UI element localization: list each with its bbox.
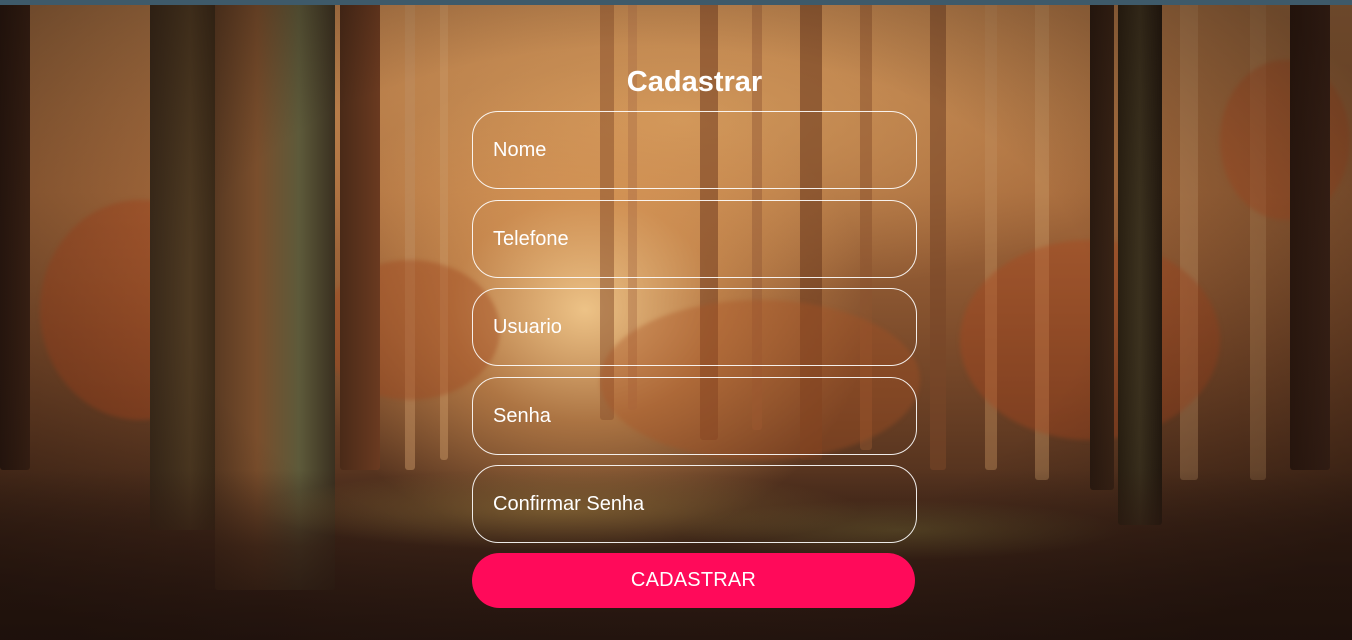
confirm-password-input[interactable] bbox=[472, 465, 917, 543]
password-input[interactable] bbox=[472, 377, 917, 455]
top-bar bbox=[0, 0, 1352, 5]
form-title: Cadastrar bbox=[626, 66, 763, 98]
username-input[interactable] bbox=[472, 288, 917, 366]
phone-input[interactable] bbox=[472, 200, 917, 278]
name-input[interactable] bbox=[472, 111, 917, 189]
signup-form: Cadastrar CADASTRAR bbox=[472, 60, 917, 608]
register-button[interactable]: CADASTRAR bbox=[472, 553, 915, 608]
